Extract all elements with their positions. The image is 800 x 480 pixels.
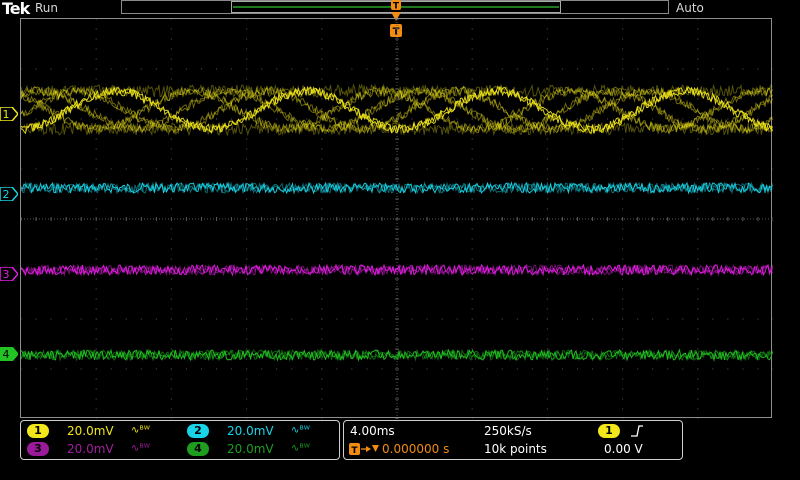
record-length[interactable]: 10k points <box>484 442 547 456</box>
ch3-scale[interactable]: 20.0mV <box>67 442 114 456</box>
svg-text:1: 1 <box>3 108 10 121</box>
ch3-ground-marker[interactable]: 3 <box>0 267 18 281</box>
ch2-bandwidth-icon: ∿ᴮᵂ <box>291 425 310 436</box>
svg-text:4: 4 <box>3 348 10 361</box>
horizontal-trigger-panel: 4.00ms 250kS/s 1 T 0.000000 s 10k points… <box>343 420 683 460</box>
graticule <box>21 19 773 419</box>
ch2-scale[interactable]: 20.0mV <box>227 424 274 438</box>
brand-logo: Tek <box>2 0 30 18</box>
svg-text:2: 2 <box>3 188 10 201</box>
ch2-badge[interactable]: 2 <box>187 424 209 438</box>
ch3-badge[interactable]: 3 <box>27 442 49 456</box>
ch1-badge[interactable]: 1 <box>27 424 49 438</box>
ch4-bandwidth-icon: ∿ᴮᵂ <box>291 443 310 454</box>
ch2-ground-marker[interactable]: 2 <box>0 187 18 201</box>
trigger-mode[interactable]: Auto <box>676 1 704 15</box>
ch4-ground-marker[interactable]: 4 <box>0 347 18 361</box>
channel-readout-panel: 1 20.0mV ∿ᴮᵂ 2 20.0mV ∿ᴮᵂ 3 20.0mV ∿ᴮᵂ 4… <box>20 420 340 460</box>
trigger-marker-text: T <box>393 2 400 12</box>
svg-text:3: 3 <box>3 268 10 281</box>
ch1-bandwidth-icon: ∿ᴮᵂ <box>131 425 150 436</box>
ch3-bandwidth-icon: ∿ᴮᵂ <box>131 443 150 454</box>
ch4-badge[interactable]: 4 <box>187 442 209 456</box>
waveform-display[interactable] <box>20 18 773 419</box>
ch1-ground-marker[interactable]: 1 <box>0 107 18 121</box>
trigger-delay[interactable]: 0.000000 s <box>382 442 449 456</box>
rising-edge-icon[interactable] <box>630 424 644 438</box>
trigger-delay-icon: T <box>349 443 379 456</box>
trigger-level[interactable]: 0.00 V <box>604 442 643 456</box>
time-per-division[interactable]: 4.00ms <box>350 424 395 438</box>
ch4-scale[interactable]: 20.0mV <box>227 442 274 456</box>
status-bar: Tek Run T Auto <box>0 0 800 21</box>
sample-rate: 250kS/s <box>484 424 532 438</box>
ch1-scale[interactable]: 20.0mV <box>67 424 114 438</box>
acquisition-state[interactable]: Run <box>35 1 58 15</box>
trigger-source-badge[interactable]: 1 <box>598 424 620 438</box>
svg-text:T: T <box>351 446 358 456</box>
